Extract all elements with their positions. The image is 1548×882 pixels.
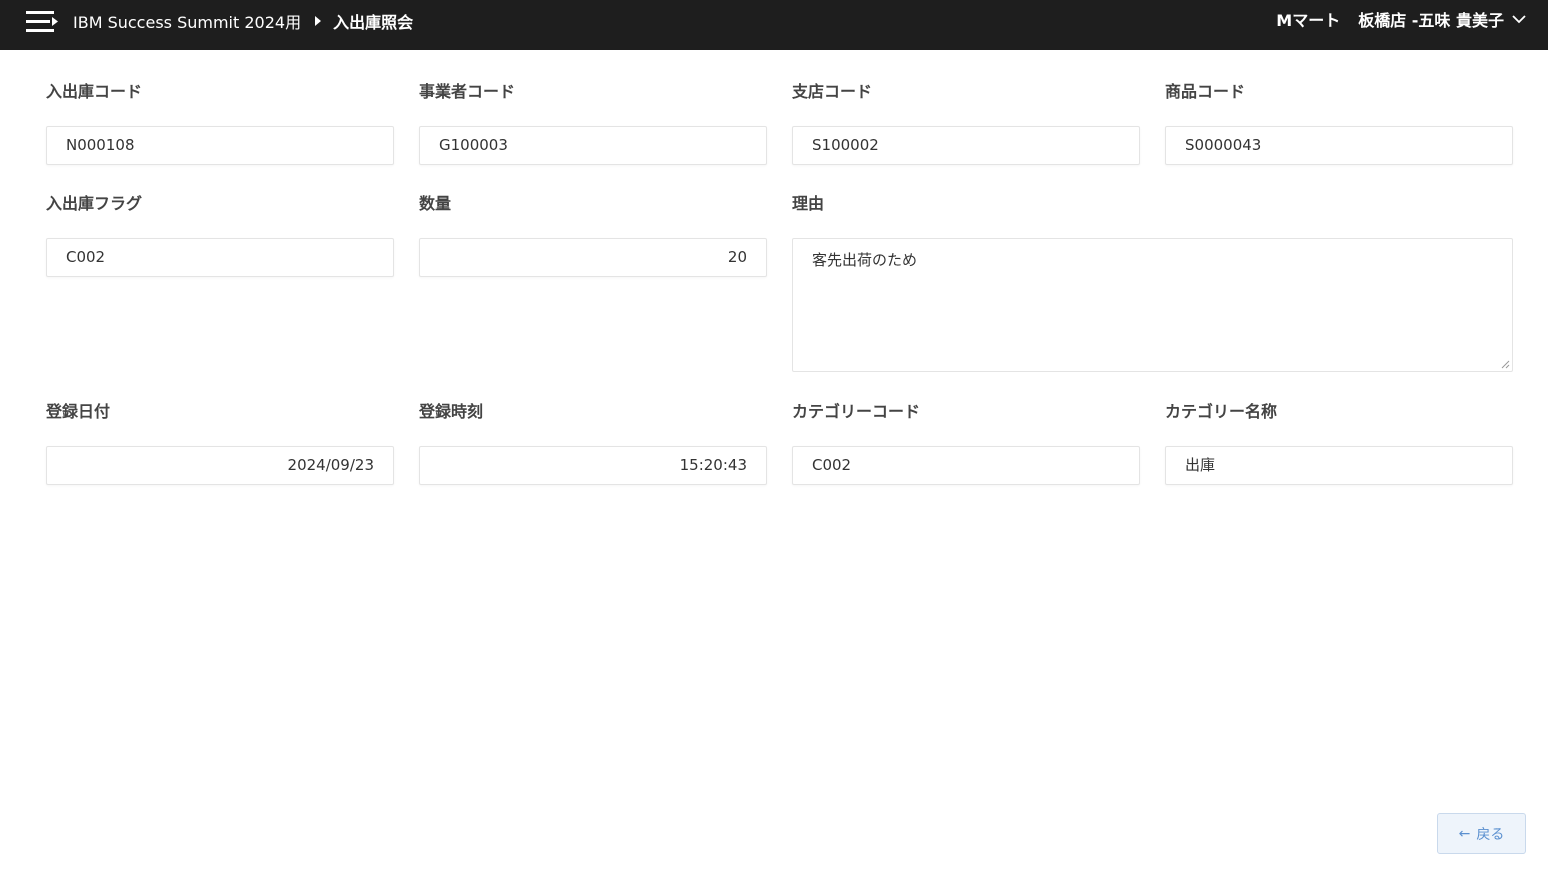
arrow-left-icon: ← xyxy=(1458,825,1471,842)
chevron-down-icon xyxy=(1512,15,1526,24)
nyushukko-code-input[interactable]: N000108 xyxy=(46,126,394,165)
riyu-text: 客先出荷のため xyxy=(812,251,918,269)
breadcrumb: IBM Success Summit 2024用 入出庫照会 xyxy=(73,0,413,42)
field-shohin-code: 商品コード S0000043 xyxy=(1165,80,1513,165)
nyushukko-flag-input[interactable]: C002 xyxy=(46,238,394,277)
label-suryo: 数量 xyxy=(419,194,452,213)
jigyosha-code-input[interactable]: G100003 xyxy=(419,126,767,165)
toroku-jikoku-input[interactable]: 15:20:43 xyxy=(419,446,767,485)
field-category-code: カテゴリーコード C002 xyxy=(792,400,1140,485)
user-name: 板橋店 -五味 貴美子 xyxy=(1358,11,1504,30)
resize-grip-icon[interactable] xyxy=(1500,359,1510,369)
category-code-input[interactable]: C002 xyxy=(792,446,1140,485)
label-category-code: カテゴリーコード xyxy=(792,402,921,421)
field-shiten-code: 支店コード S100002 xyxy=(792,80,1140,165)
top-header: IBM Success Summit 2024用 入出庫照会 Mマート 板橋店 … xyxy=(0,0,1548,50)
breadcrumb-current-page: 入出庫照会 xyxy=(333,13,414,32)
label-toroku-hizuke: 登録日付 xyxy=(46,402,111,421)
label-shiten-code: 支店コード xyxy=(792,82,873,101)
toroku-hizuke-input[interactable]: 2024/09/23 xyxy=(46,446,394,485)
back-button-label: 戻る xyxy=(1476,826,1505,843)
label-jigyosha-code: 事業者コード xyxy=(419,82,516,101)
user-menu[interactable]: 板橋店 -五味 貴美子 xyxy=(1358,7,1526,31)
back-button[interactable]: ← 戻る xyxy=(1437,813,1526,854)
field-toroku-jikoku: 登録時刻 15:20:43 xyxy=(419,400,767,485)
label-riyu: 理由 xyxy=(792,194,825,213)
menu-icon[interactable] xyxy=(22,8,60,38)
shohin-code-input[interactable]: S0000043 xyxy=(1165,126,1513,165)
field-category-name: カテゴリー名称 出庫 xyxy=(1165,400,1513,485)
header-user-area: Mマート 板橋店 -五味 貴美子 xyxy=(1276,0,1526,38)
label-nyushukko-code: 入出庫コード xyxy=(46,82,143,101)
caret-right-icon xyxy=(315,16,322,26)
field-nyushukko-flag: 入出庫フラグ C002 xyxy=(46,192,394,277)
field-toroku-hizuke: 登録日付 2024/09/23 xyxy=(46,400,394,485)
field-jigyosha-code: 事業者コード G100003 xyxy=(419,80,767,165)
breadcrumb-app-name[interactable]: IBM Success Summit 2024用 xyxy=(73,9,301,33)
label-nyushukko-flag: 入出庫フラグ xyxy=(46,194,143,213)
field-suryo: 数量 20 xyxy=(419,192,767,277)
label-category-name: カテゴリー名称 xyxy=(1165,402,1278,421)
shiten-code-input[interactable]: S100002 xyxy=(792,126,1140,165)
category-name-input[interactable]: 出庫 xyxy=(1165,446,1513,485)
field-nyushukko-code: 入出庫コード N000108 xyxy=(46,80,394,165)
riyu-textarea[interactable]: 客先出荷のため xyxy=(792,238,1513,372)
label-toroku-jikoku: 登録時刻 xyxy=(419,402,484,421)
store-name: Mマート xyxy=(1276,11,1341,30)
field-riyu: 理由 客先出荷のため xyxy=(792,192,1513,372)
suryo-input[interactable]: 20 xyxy=(419,238,767,277)
label-shohin-code: 商品コード xyxy=(1165,82,1246,101)
